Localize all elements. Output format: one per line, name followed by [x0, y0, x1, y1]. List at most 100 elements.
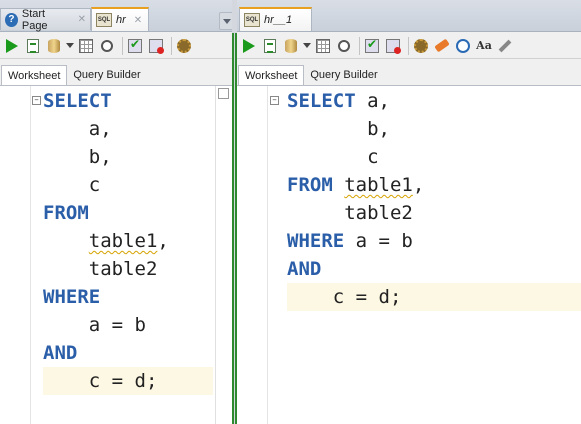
sql-keyword: AND [43, 342, 78, 364]
tab-label: Start Page [21, 7, 48, 32]
code-line[interactable]: a = b [43, 311, 213, 339]
code-line[interactable]: AND [287, 255, 581, 283]
right-code-editor[interactable]: − SELECT a, b, c FROM table1, table2 WHERE… [237, 86, 581, 424]
sql-keyword: FROM [43, 202, 89, 224]
sql-token: a, [355, 90, 390, 112]
sql-keyword: AND [287, 258, 322, 280]
autotrace-dropdown[interactable] [303, 37, 311, 55]
sql-token: table2 [287, 202, 413, 224]
play-icon [243, 38, 255, 53]
code-line[interactable]: WHERE a = b [287, 227, 581, 255]
history-button[interactable] [454, 37, 472, 55]
monitor-button[interactable] [175, 37, 193, 55]
sql-code[interactable]: SELECT a, b, c FROM table1, table2 WHERE a… [287, 87, 581, 311]
magnifier-icon [101, 39, 113, 52]
monitor-button[interactable] [412, 37, 430, 55]
code-line[interactable]: b, [287, 115, 581, 143]
tab-hr-1[interactable]: SQL hr__1 [239, 7, 312, 31]
code-line[interactable]: SELECT [43, 87, 213, 115]
format-case-button[interactable]: Aa [475, 37, 493, 55]
database-icon [285, 38, 297, 53]
sql-token: table1 [344, 174, 413, 196]
code-line[interactable]: table2 [43, 255, 213, 283]
tab-hr[interactable]: SQL hr ✕ [91, 7, 149, 31]
close-icon[interactable]: ✕ [78, 14, 86, 25]
rollback-button[interactable] [384, 37, 402, 55]
sql-icon: SQL [244, 13, 260, 27]
left-vertical-scrollbar[interactable] [215, 86, 232, 424]
tab-label: hr__1 [264, 14, 293, 26]
sql-keyword: WHERE [43, 286, 101, 308]
code-line[interactable]: c = d; [287, 283, 581, 311]
left-code-editor[interactable]: − SELECT a, b, c FROM table1, table2 WHERE… [0, 86, 232, 424]
code-line[interactable]: c = d; [43, 367, 213, 395]
autotrace-dropdown[interactable] [66, 37, 74, 55]
right-editor-pane: SQL hr__1 Aa Worksheet Query Builder − S… [237, 0, 581, 424]
toolbar-separator [408, 36, 409, 55]
code-line[interactable]: b, [43, 143, 213, 171]
tools-button[interactable] [496, 37, 514, 55]
tab-query-builder[interactable]: Query Builder [304, 65, 383, 85]
autotrace-button[interactable] [282, 37, 300, 55]
run-statement-button[interactable] [3, 37, 21, 55]
code-line[interactable]: FROM table1, [287, 171, 581, 199]
text-case-icon: Aa [476, 39, 492, 52]
sql-token: c = d; [43, 370, 158, 392]
code-line[interactable]: WHERE [43, 283, 213, 311]
sql-token: c [287, 146, 379, 168]
sql-code[interactable]: SELECT a, b, c FROM table1, table2 WHERE a… [43, 87, 213, 395]
sql-token: a = b [43, 314, 146, 336]
eraser-icon [434, 38, 450, 53]
left-worksheet-toolbar [0, 33, 232, 59]
fold-collapse-icon[interactable]: − [32, 96, 41, 105]
toolbar-separator [122, 36, 123, 55]
close-icon[interactable]: ✕ [134, 15, 142, 26]
gear-icon [414, 38, 428, 53]
commit-button[interactable] [363, 37, 381, 55]
tab-worksheet[interactable]: Worksheet [238, 65, 305, 85]
right-document-tabbar: SQL hr__1 [237, 0, 581, 32]
sql-tuning-button[interactable] [335, 37, 353, 55]
autotrace-button[interactable] [45, 37, 63, 55]
code-line[interactable]: FROM [43, 199, 213, 227]
code-line[interactable]: SELECT a, [287, 87, 581, 115]
code-line[interactable]: table2 [287, 199, 581, 227]
sql-keyword: SELECT [43, 90, 112, 112]
run-script-button[interactable] [24, 37, 42, 55]
commit-button[interactable] [126, 37, 144, 55]
right-worksheet-toolbar: Aa [237, 33, 581, 59]
code-line[interactable]: AND [43, 339, 213, 367]
sql-token: c = d; [287, 286, 402, 308]
rollback-icon [149, 38, 164, 54]
play-icon [6, 38, 18, 53]
sql-token: table1 [88, 230, 158, 252]
magnifier-icon [338, 39, 350, 52]
commit-icon [365, 37, 379, 53]
run-statement-button[interactable] [240, 37, 258, 55]
line-gutter [0, 86, 31, 424]
script-icon [27, 38, 39, 53]
rollback-button[interactable] [147, 37, 165, 55]
tab-worksheet[interactable]: Worksheet [1, 65, 68, 85]
code-line[interactable]: c [43, 171, 213, 199]
clear-button[interactable] [433, 37, 451, 55]
explain-plan-button[interactable] [77, 37, 95, 55]
toolbar-separator [359, 36, 360, 55]
code-line[interactable]: table1, [43, 227, 213, 255]
clock-icon [456, 38, 470, 53]
chevron-down-icon [303, 43, 311, 48]
run-script-button[interactable] [261, 37, 279, 55]
code-line[interactable]: a, [43, 115, 213, 143]
sql-tuning-button[interactable] [98, 37, 116, 55]
tab-label: hr [116, 14, 126, 26]
code-line[interactable]: c [287, 143, 581, 171]
tab-query-builder[interactable]: Query Builder [67, 65, 146, 85]
fold-collapse-icon[interactable]: − [270, 96, 279, 105]
explain-plan-button[interactable] [314, 37, 332, 55]
chevron-down-icon [66, 43, 74, 48]
tab-start-page[interactable]: ? Start Page ✕ [0, 7, 91, 32]
left-editor-pane: ? Start Page ✕ SQL hr ✕ Worksheet Query … [0, 0, 232, 424]
grid-icon [316, 38, 330, 53]
